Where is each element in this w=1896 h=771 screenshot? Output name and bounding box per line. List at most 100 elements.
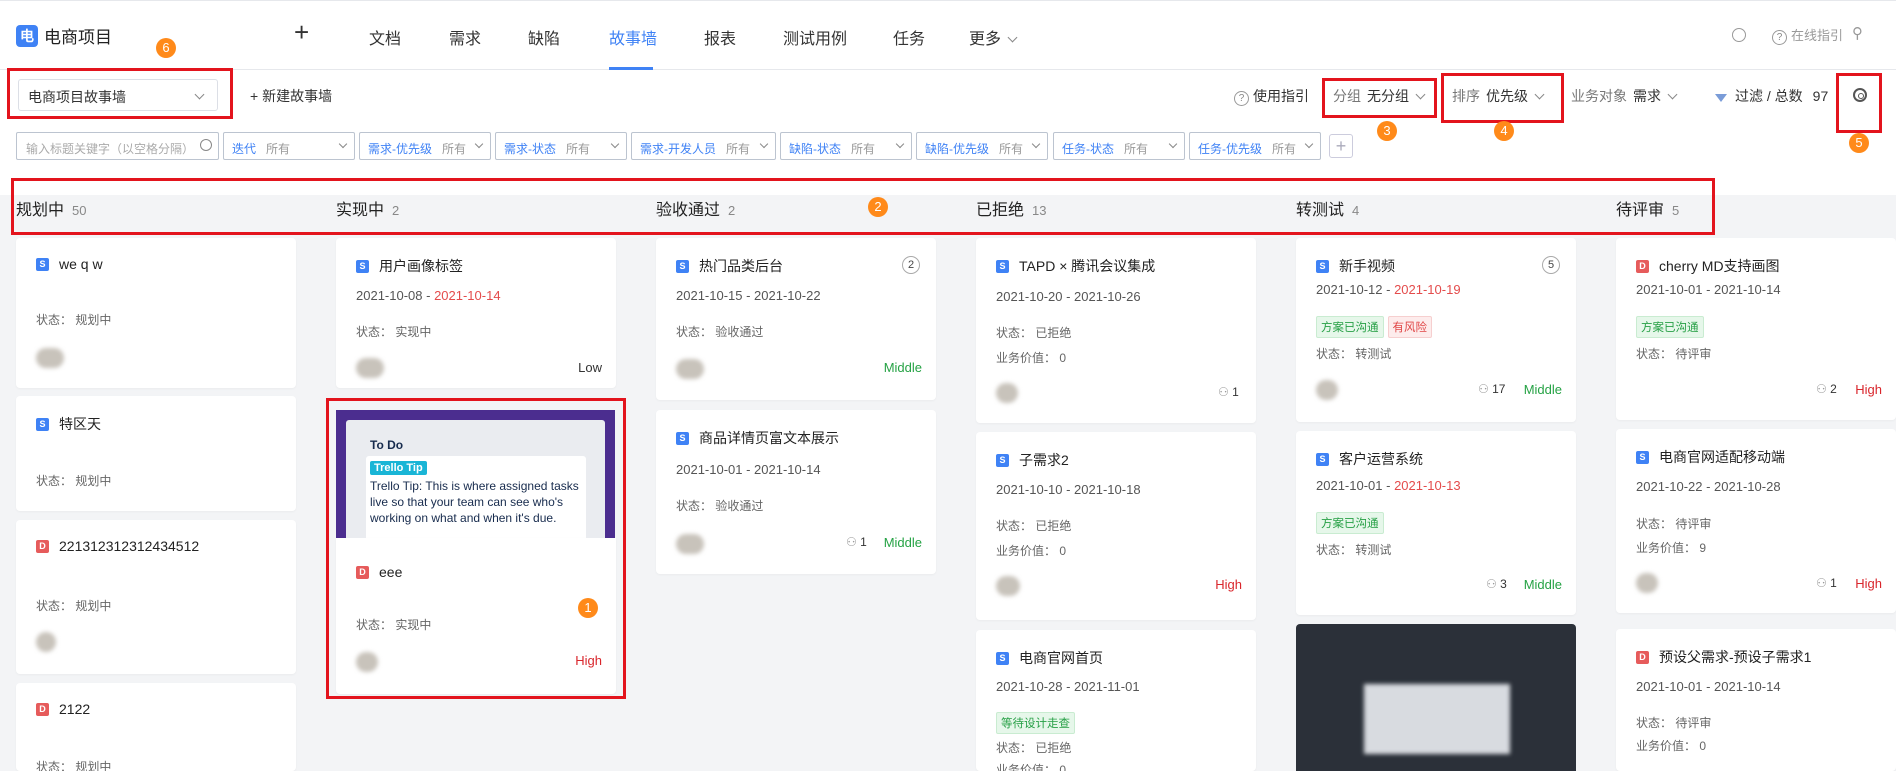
usage-guide-link[interactable]: ? 使用指引 [1234,86,1309,106]
card-title: 商品详情页富文本展示 [699,430,839,446]
priority-label: Low [578,360,602,375]
business-object-select[interactable]: 业务对象 需求 [1571,86,1678,106]
card-title: 新手视频 [1339,258,1395,274]
tag: 等待设计走查 [996,712,1075,734]
user-icon[interactable]: ⚲ [1852,24,1863,42]
card-date-range: 2021-10-10 - 2021-10-18 [996,482,1141,497]
story-type-icon: S [1316,259,1329,273]
filter-value: 所有 [851,142,876,156]
card-tags: 方案已沟通 [1636,316,1708,338]
card-title-row: D 预设父需求-预设子需求1 [1636,647,1811,667]
card-date-range: 2021-10-01 - 2021-10-14 [1636,282,1781,297]
help-icon: ? [1234,91,1249,106]
filter-req-developer[interactable]: 需求-开发人员 所有 [631,132,776,160]
tab-requirements[interactable]: 需求 [449,25,481,49]
subtask-count: ⚇ 17 [1478,382,1505,396]
card-status: 状态： 转测试 [1316,347,1392,361]
story-card[interactable]: S 电商官网首页 2021-10-28 - 2021-11-01 等待设计走查 状… [976,630,1256,771]
story-card[interactable]: S 子需求2 2021-10-10 - 2021-10-18 状态： 已拒绝 业务… [976,432,1256,620]
filter-key: 需求-开发人员 [640,142,716,156]
story-card[interactable]: S TAPD × 腾讯会议集成 2021-10-20 - 2021-10-26 状… [976,238,1256,423]
chevron-down-icon [1007,32,1018,43]
date-separator: - [1382,478,1395,493]
filter-task-priority[interactable]: 任务-优先级 所有 [1189,132,1321,160]
story-card[interactable]: S 特区天 状态： 规划中 [16,396,296,511]
story-card[interactable]: S 客户运营系统 2021-10-01 - 2021-10-13 方案已沟通 状态… [1296,431,1576,615]
filter-bug-status[interactable]: 缺陷-状态 所有 [780,132,912,160]
filter-value: 所有 [999,142,1024,156]
bug-type-icon: D [36,702,49,716]
card-title: 热门品类后台 [699,258,783,274]
tab-docs[interactable]: 文档 [369,25,401,49]
subtask-icon: ⚇ [1218,385,1233,399]
card-title-row: S 用户画像标签 [356,256,463,276]
tab-tasks[interactable]: 任务 [893,25,925,49]
card-status: 状态： 转测试 [1316,543,1392,557]
filter-req-status[interactable]: 需求-状态 所有 [495,132,627,160]
card-date-range: 2021-10-20 - 2021-10-26 [996,289,1141,304]
tab-more[interactable]: 更多 [969,25,1018,49]
card-status: 状态： 已拒绝 [996,519,1072,533]
tab-reports[interactable]: 报表 [704,25,736,49]
filter-value: 所有 [566,142,591,156]
annotation-box-column-headers [11,178,1715,235]
story-card[interactable]: Swe q w 状态： 规划中 [16,238,296,388]
bug-card[interactable]: D 预设父需求-预设子需求1 2021-10-01 - 2021-10-14 状态… [1616,629,1896,771]
story-card[interactable]: S 商品详情页富文本展示 2021-10-01 - 2021-10-14 状态： … [656,410,936,574]
filter-iteration[interactable]: 迭代 所有 [223,132,355,160]
priority-label: Middle [883,360,922,375]
bug-card[interactable]: D 221312312312434512 状态： 规划中 [16,520,296,674]
filter-key: 任务-优先级 [1198,142,1262,156]
tab-test-cases[interactable]: 测试用例 [783,25,847,49]
tab-story-wall[interactable]: 故事墙 [609,25,657,49]
filter-bug-priority[interactable]: 缺陷-优先级 所有 [916,132,1048,160]
story-card[interactable]: S 电商官网适配移动端 2021-10-22 - 2021-10-28 状态： 待… [1616,429,1896,613]
top-nav-bar: 电 电商项目 + 文档 需求 缺陷 故事墙 报表 测试用例 任务 更多 ? 在线指… [0,0,1896,70]
story-card[interactable]: S 热门品类后台 2 2021-10-15 - 2021-10-22 状态： 验收… [656,238,936,400]
new-story-wall-button[interactable]: + 新建故事墙 [250,86,332,106]
filter-key: 需求-优先级 [368,142,432,156]
start-date: 2021-10-12 [1316,282,1383,297]
annotation-badge-5: 5 [1849,133,1869,153]
card-title: 特区天 [59,416,101,432]
card-title-row: S 子需求2 [996,450,1069,470]
card-tags: 等待设计走查 [996,712,1079,734]
search-icon[interactable] [1732,28,1746,42]
card-title: 221312312312434512 [59,538,200,554]
card-status: 状态： 实现中 [356,325,432,339]
subtask-count: ⚇ 1 [1816,576,1837,590]
card-status: 状态： 验收通过 [676,325,764,339]
project-switcher[interactable]: 电 电商项目 [16,23,112,48]
card-title: 用户画像标签 [379,258,463,274]
filter-task-status[interactable]: 任务-状态 所有 [1053,132,1185,160]
start-date: 2021-10-08 [356,288,423,303]
avatar [356,358,384,378]
filter-key: 缺陷-优先级 [925,142,989,156]
story-card[interactable]: S 用户画像标签 2021-10-08 - 2021-10-14 状态： 实现中 … [336,238,616,388]
subtask-icon: ⚇ [1486,577,1501,591]
end-date-overdue: 2021-10-14 [434,288,501,303]
story-card[interactable]: S 新手视频 5 2021-10-12 - 2021-10-19 方案已沟通 有风险… [1296,238,1576,422]
bug-card[interactable]: Dcherry MD支持画图 2021-10-01 - 2021-10-14 方… [1616,238,1896,420]
tab-bugs[interactable]: 缺陷 [528,25,560,49]
story-type-icon: S [1316,452,1329,466]
filter-value: 所有 [266,142,291,156]
bug-type-icon: D [36,539,49,553]
avatar [1316,380,1338,400]
filter-key: 迭代 [232,142,257,156]
story-type-icon: S [1636,450,1649,464]
subtask-icon: ⚇ [846,535,861,549]
online-guide-label: 在线指引 [1791,28,1844,43]
annotation-box-settings [1836,73,1882,133]
subtask-count-value: 17 [1492,382,1506,396]
keyword-search-input[interactable]: 输入标题关键字（以空格分隔） [16,132,219,160]
bug-card[interactable]: D 2122 状态： 规划中 [16,683,296,771]
filter-toggle[interactable]: 过滤 / 总数 97 [1715,86,1828,106]
card-title-row: S 电商官网适配移动端 [1636,447,1785,467]
filter-req-priority[interactable]: 需求-优先级 所有 [359,132,491,160]
annotation-badge-1: 1 [578,598,598,618]
online-guide-link[interactable]: ? 在线指引 [1772,25,1843,45]
create-plus-icon[interactable]: + [294,17,309,48]
add-filter-button[interactable]: + [1329,134,1353,158]
story-type-icon: S [676,259,689,273]
